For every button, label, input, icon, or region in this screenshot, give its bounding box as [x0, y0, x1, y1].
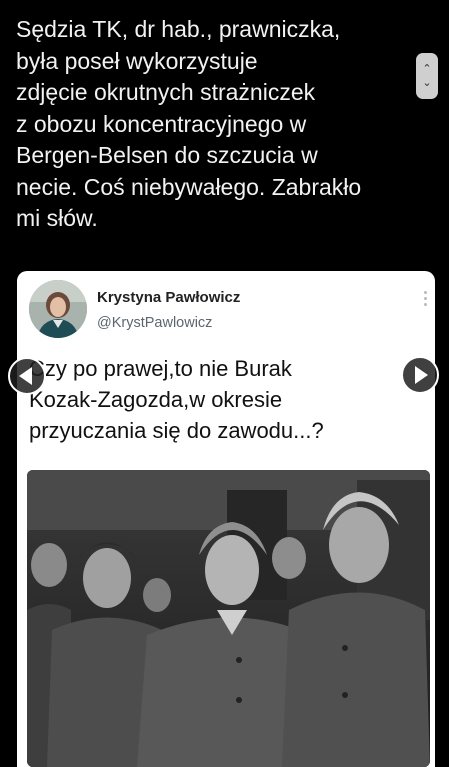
embedded-tweet-card[interactable]: Krystyna Pawłowicz @KrystPawlowicz Czy p… — [17, 271, 435, 767]
author-handle[interactable]: @KrystPawlowicz — [97, 315, 212, 331]
post-text: Sędzia TK, dr hab., prawniczka, była pos… — [16, 16, 362, 231]
tweet-text: Czy po prawej,to nie Burak Kozak-Zagozda… — [29, 356, 324, 443]
screen: Sędzia TK, dr hab., prawniczka, była pos… — [0, 0, 449, 767]
avatar[interactable] — [29, 280, 87, 338]
scroll-control[interactable]: ⌃ ⌄ — [416, 53, 438, 99]
arrow-left-icon[interactable] — [8, 357, 46, 395]
tweet-photo[interactable] — [27, 470, 430, 767]
chevron-up-icon[interactable]: ⌃ — [422, 62, 431, 76]
chevron-down-icon[interactable]: ⌄ — [422, 76, 431, 90]
more-options-icon[interactable] — [424, 291, 427, 306]
author-name[interactable]: Krystyna Pawłowicz — [97, 289, 240, 306]
arrow-right-icon[interactable] — [401, 356, 439, 394]
